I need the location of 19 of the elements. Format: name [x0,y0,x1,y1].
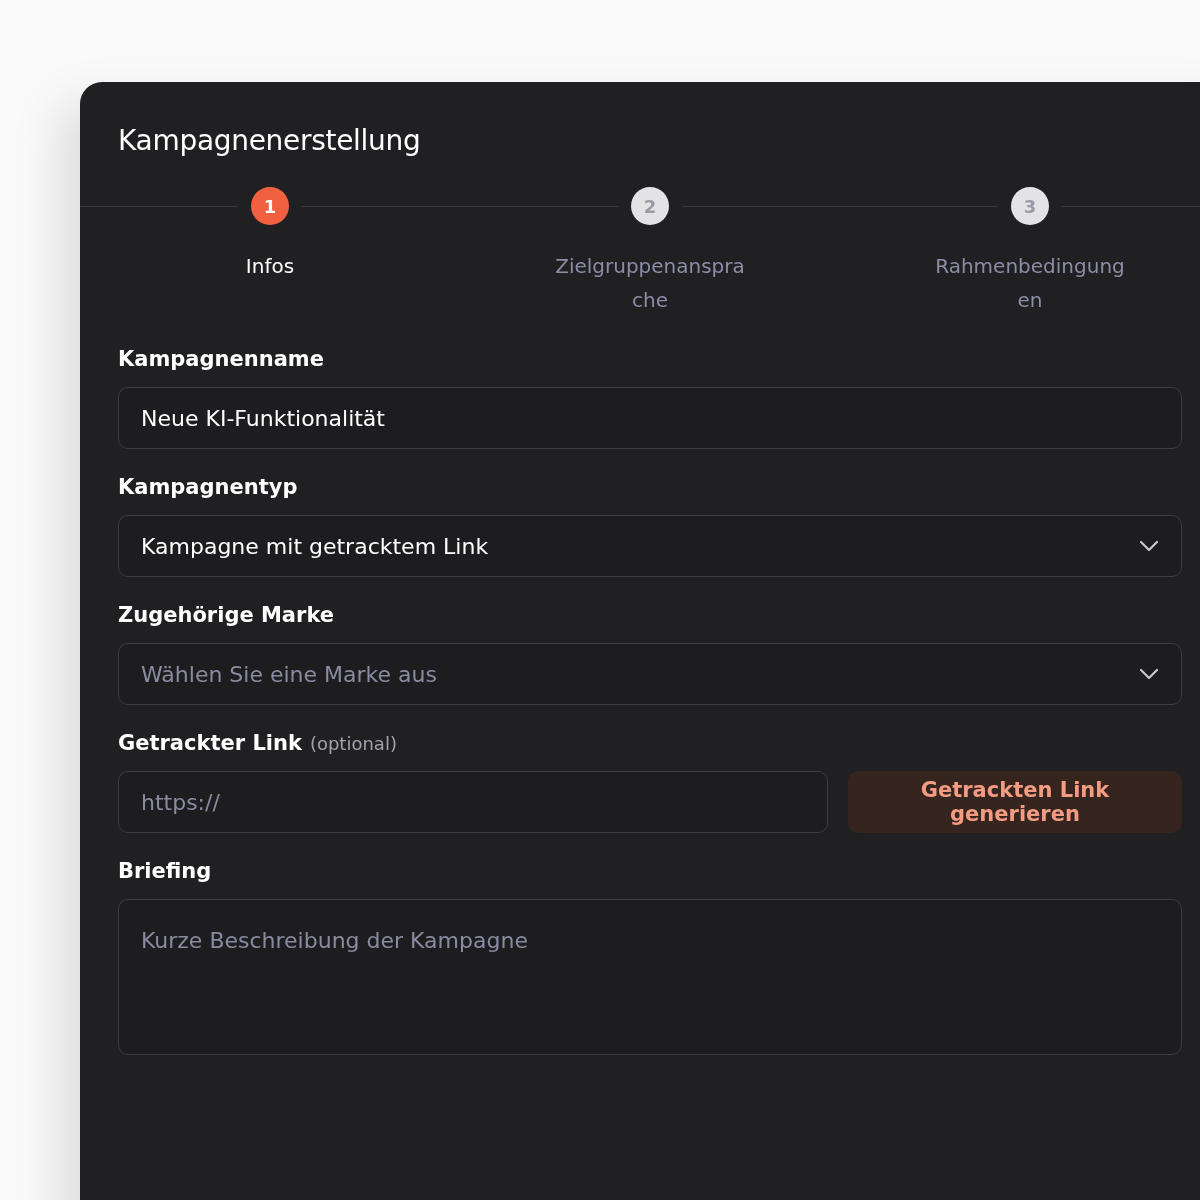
step-label[interactable]: Infos [170,249,370,283]
field-label: Briefing [118,859,212,883]
step-label[interactable]: Rahmenbedingungen [930,249,1130,317]
field-label: Zugehörige Marke [118,603,335,627]
step-label[interactable]: Zielgruppenansprache [550,249,750,317]
text-field[interactable]: Neue KI-Funktionalität [118,387,1182,449]
select-field[interactable]: Kampagne mit getracktem Link [118,515,1182,577]
link-field[interactable]: https:// [118,771,828,833]
chevron-down-icon [1139,540,1159,552]
generate-link-button[interactable]: Getrackten Link generieren [848,771,1182,833]
chevron-down-icon [1139,668,1159,680]
field-label: Kampagnentyp [118,475,298,499]
page-title: Kampagnenerstellung [118,124,422,157]
field-label: Getrackter Link [118,731,302,755]
briefing-field[interactable]: Kurze Beschreibung der Kampagne [118,899,1182,1055]
select-field[interactable]: Wählen Sie eine Marke aus [118,643,1182,705]
step-number[interactable]: 1 [251,187,289,225]
field-label: Kampagnenname [118,347,324,371]
optional-hint: (optional) [309,733,397,754]
